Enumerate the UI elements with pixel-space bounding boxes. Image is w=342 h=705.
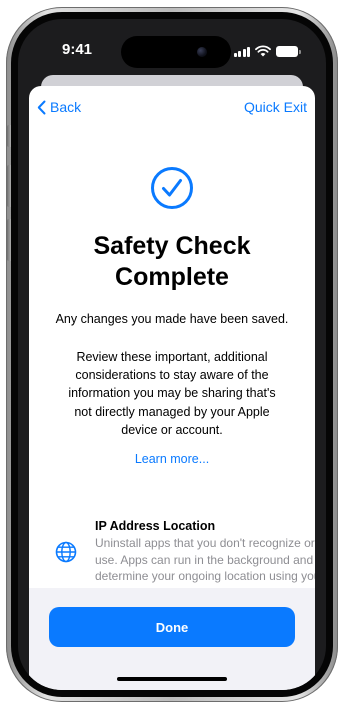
dynamic-island (121, 36, 231, 68)
battery-icon (276, 46, 301, 57)
navigation-bar: Back Quick Exit (29, 86, 315, 126)
front-camera (197, 47, 207, 57)
done-button[interactable]: Done (49, 607, 295, 647)
learn-more-link[interactable]: Learn more... (49, 452, 295, 466)
status-icons (233, 45, 301, 57)
back-button[interactable]: Back (37, 99, 81, 115)
bezel: 9:41 Back Quick Exit Safety Check Comple… (11, 12, 333, 697)
screen: 9:41 Back Quick Exit Safety Check Comple… (18, 19, 326, 690)
home-indicator (117, 677, 227, 681)
status-time: 9:41 (61, 41, 93, 58)
consideration-title: IP Address Location (95, 519, 216, 533)
iphone-frame: 9:41 Back Quick Exit Safety Check Comple… (6, 7, 338, 702)
back-label: Back (50, 99, 82, 115)
cellular-signal-icon (233, 46, 250, 57)
saved-message: Any changes you made have been saved. (55, 312, 289, 326)
chevron-left-icon (37, 100, 46, 114)
globe-icon (55, 541, 77, 563)
wifi-icon (255, 45, 271, 57)
quick-exit-button[interactable]: Quick Exit (244, 99, 307, 115)
page-title: Safety Check Complete (93, 232, 251, 291)
safety-check-sheet: Back Quick Exit Safety Check Complete An… (29, 86, 315, 690)
consideration-description: Uninstall apps that you don't recognize … (95, 536, 315, 587)
checkmark-circle-icon (151, 167, 193, 209)
considerations-description: Review these important, additional consi… (68, 350, 276, 437)
